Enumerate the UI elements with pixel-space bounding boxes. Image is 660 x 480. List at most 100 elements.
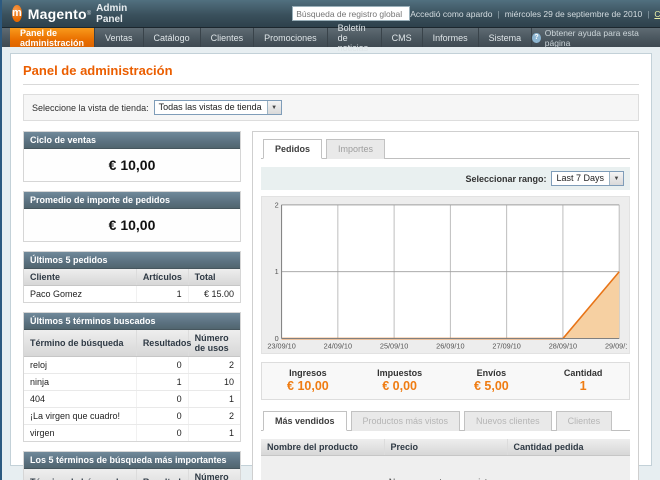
totals-bar: Ingresos € 10,00 Impuestos € 0,00 Envíos… (261, 362, 630, 400)
nav-item-cms[interactable]: CMS (382, 28, 423, 47)
help-area[interactable]: Obtener ayuda para esta página (532, 28, 660, 47)
app-title: Admin Panel (96, 3, 127, 25)
help-icon (532, 33, 541, 43)
cell: ninja (24, 374, 136, 391)
svg-text:25/09/10: 25/09/10 (380, 341, 408, 350)
chevron-down-icon (609, 172, 623, 185)
orders-chart: 01223/09/1024/09/1025/09/1026/09/1027/09… (261, 196, 630, 354)
column-header: Resultados (136, 330, 188, 357)
stat-label: Envíos (446, 368, 538, 378)
average-orders-widget: Promedio de importe de pedidos € 10,00 (23, 191, 241, 242)
last-search-table: Término de búsquedaResultadosNúmero de u… (24, 330, 240, 441)
cell: € 15.00 (188, 286, 240, 303)
nav-item-sistema[interactable]: Sistema (479, 28, 533, 47)
tab-pedidos[interactable]: Pedidos (263, 139, 322, 159)
bestsellers-table: Nombre del productoPrecioCantidad pedida… (261, 439, 630, 480)
nav-item-promociones[interactable]: Promociones (254, 28, 328, 47)
logged-in-as: Accedió como apardo (410, 9, 492, 19)
cell: 0 (136, 357, 188, 374)
nav-item-catalogo[interactable]: Catálogo (144, 28, 201, 47)
stat-envios: Envíos € 5,00 (446, 363, 538, 399)
nav-item-clientes[interactable]: Clientes (201, 28, 255, 47)
store-view-select[interactable]: Todas las vistas de tienda (154, 100, 282, 115)
column-header: Resultados (136, 469, 188, 480)
svg-text:26/09/10: 26/09/10 (436, 341, 464, 350)
last-orders-widget: Últimos 5 pedidos ClienteArtículosTotalP… (23, 251, 241, 303)
table-row[interactable]: Paco Gomez1€ 15.00 (24, 286, 240, 303)
cell: 10 (188, 374, 240, 391)
help-link-label: Obtener ayuda para esta página (545, 28, 650, 48)
separator: | (497, 9, 499, 19)
top-search-table: Término de búsquedaResultadosNúmero de u… (24, 469, 240, 480)
cell: 1 (136, 374, 188, 391)
cell: 0 (136, 408, 188, 425)
cell: 2 (188, 357, 240, 374)
svg-text:27/09/10: 27/09/10 (492, 341, 520, 350)
tab-nuevos-clientes: Nuevos clientes (464, 411, 552, 431)
dashboard-panel: Pedidos Importes Seleccionar rango: Last… (252, 131, 639, 480)
svg-text:28/09/10: 28/09/10 (549, 341, 577, 350)
empty-row: No se encontraron registros. (261, 456, 630, 480)
magento-logo-icon (12, 5, 22, 22)
table-row[interactable]: virgen01 (24, 425, 240, 442)
cell: 0 (136, 425, 188, 442)
cell: 1 (188, 425, 240, 442)
column-header: Término de búsqueda (24, 469, 136, 480)
table-row[interactable]: ninja110 (24, 374, 240, 391)
column-header: Total (188, 269, 240, 286)
average-orders-value: € 10,00 (24, 209, 240, 241)
widget-title: Últimos 5 pedidos (24, 252, 240, 269)
nav-item-panel-de-administracion[interactable]: Panel de administración (10, 28, 95, 47)
table-row[interactable]: ¡La virgen que cuadro!02 (24, 408, 240, 425)
store-view-select-value: Todas las vistas de tienda (155, 101, 267, 114)
range-select-value: Last 7 Days (552, 172, 609, 185)
widget-title: Ciclo de ventas (24, 132, 240, 149)
stat-label: Impuestos (354, 368, 446, 378)
table-row[interactable]: reloj02 (24, 357, 240, 374)
global-search-input[interactable] (292, 6, 410, 21)
header-row: Término de búsquedaResultadosNúmero de u… (24, 330, 240, 357)
range-label: Seleccionar rango: (465, 174, 546, 184)
empty-message: No se encontraron registros. (261, 456, 630, 480)
logout-link[interactable]: Cerrar Sesión (654, 9, 660, 19)
left-column: Ciclo de ventas € 10,00 Promedio de impo… (23, 131, 241, 480)
range-bar: Seleccionar rango: Last 7 Days (261, 167, 630, 190)
lifetime-sales-widget: Ciclo de ventas € 10,00 (23, 131, 241, 182)
cell: virgen (24, 425, 136, 442)
main-nav: Panel de administraciónVentasCatálogoCli… (2, 28, 660, 47)
column-header: Nombre del producto (261, 439, 384, 456)
diagram-tabs: Pedidos Importes (261, 139, 630, 159)
nav-item-boletin-de-noticias[interactable]: Boletín de noticias (328, 28, 382, 47)
svg-text:1: 1 (275, 267, 279, 276)
stat-value: 1 (537, 379, 629, 393)
nav-item-ventas[interactable]: Ventas (95, 28, 144, 47)
tab-mas-vendidos[interactable]: Más vendidos (263, 411, 347, 431)
cell: ¡La virgen que cuadro! (24, 408, 136, 425)
cell: 1 (136, 286, 188, 303)
svg-text:23/09/10: 23/09/10 (267, 341, 295, 350)
content-wrapper: Panel de administración Seleccione la vi… (10, 53, 652, 466)
top-search-terms-widget: Los 5 términos de búsqueda más important… (23, 451, 241, 480)
tab-productos-mas-vistos: Productos más vistos (351, 411, 461, 431)
stat-label: Ingresos (262, 368, 354, 378)
table-row[interactable]: 40401 (24, 391, 240, 408)
lifetime-sales-value: € 10,00 (24, 149, 240, 181)
stat-ingresos: Ingresos € 10,00 (262, 363, 354, 399)
header-row: Término de búsquedaResultadosNúmero de u… (24, 469, 240, 480)
nav-item-informes[interactable]: Informes (423, 28, 479, 47)
cell: 404 (24, 391, 136, 408)
header: Magento ® Admin Panel Accedió como apard… (2, 0, 660, 28)
header-row: Nombre del productoPrecioCantidad pedida (261, 439, 630, 456)
column-header: Cantidad pedida (507, 439, 630, 456)
column-header: Término de búsqueda (24, 330, 136, 357)
column-header: Artículos (136, 269, 188, 286)
tab-clientes: Clientes (556, 411, 613, 431)
tab-importes[interactable]: Importes (326, 139, 385, 159)
range-select[interactable]: Last 7 Days (551, 171, 624, 186)
page-title: Panel de administración (23, 63, 639, 85)
orders-chart-svg: 01223/09/1024/09/1025/09/1026/09/1027/09… (264, 199, 627, 351)
store-switcher-label: Seleccione la vista de tienda: (32, 103, 149, 113)
svg-text:24/09/10: 24/09/10 (324, 341, 352, 350)
separator: | (647, 9, 649, 19)
cell: 2 (188, 408, 240, 425)
